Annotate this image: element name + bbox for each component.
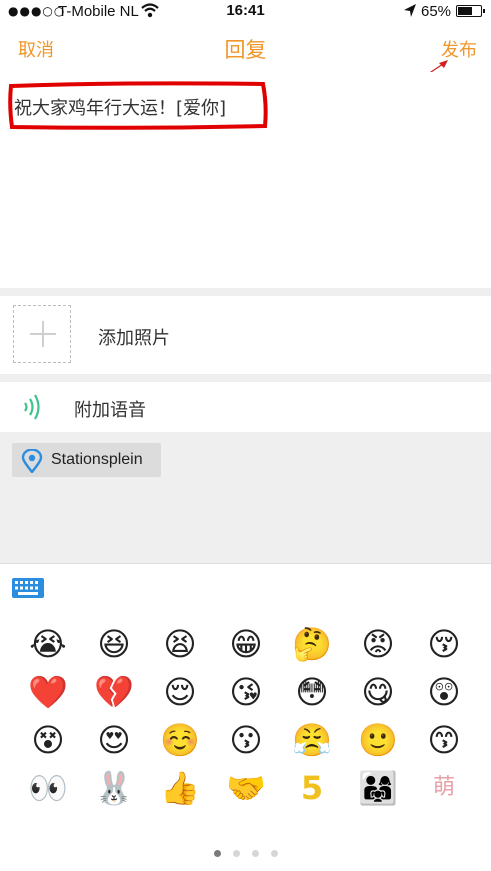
page-dot[interactable] (251, 850, 259, 857)
clock: 16:41 (226, 2, 265, 19)
emoji-cell[interactable]: 😚 (411, 620, 477, 668)
emoji-cell[interactable]: 😭 (15, 620, 81, 668)
emoji-cell[interactable]: 5 (279, 764, 345, 812)
emoji-cell[interactable]: ❤️ (15, 668, 81, 716)
emoji-cell[interactable]: 👀 (15, 764, 81, 812)
emoji-cell[interactable]: 😤 (279, 716, 345, 764)
add-voice-label: 附加语音 (74, 400, 146, 421)
annotation-highlight-box (8, 81, 268, 130)
add-photo-label: 添加照片 (98, 328, 170, 349)
emoji-cell[interactable]: 😫 (147, 620, 213, 668)
location-chip[interactable]: Stationsplein (12, 443, 161, 477)
emoji-cell[interactable]: 🤝 (213, 764, 279, 812)
emoji-cell[interactable]: 😲 (411, 668, 477, 716)
emoji-cell[interactable]: 😡 (345, 620, 411, 668)
keyboard-icon[interactable] (12, 578, 44, 602)
emoji-cell[interactable]: ☺️ (147, 716, 213, 764)
emoji-cell[interactable]: 💔 (81, 668, 147, 716)
emoji-cell[interactable]: 😳 (279, 668, 345, 716)
location-arrow-icon (403, 3, 417, 23)
emoji-cell[interactable]: 😵 (15, 716, 81, 764)
emoji-cell[interactable]: 😌 (147, 668, 213, 716)
add-voice-row[interactable]: 附加语音 (0, 382, 491, 432)
voice-wave-icon (20, 394, 42, 424)
emoji-cell[interactable]: 👍 (147, 764, 213, 812)
section-divider (0, 374, 491, 382)
status-bar: ●●●○○ T-Mobile NL 16:41 65% (0, 0, 491, 24)
emoji-cell[interactable]: 😋 (345, 668, 411, 716)
emoji-cell[interactable]: 😆 (81, 620, 147, 668)
page-indicator (0, 842, 491, 861)
location-pin-icon (21, 448, 43, 477)
emoji-grid: 😭 😆 😫 😁 🤔 😡 😚 ❤️ 💔 😌 😘 😳 😋 😲 😵 😍 ☺️ 😗 😤 🙂 😙 👀 🐰 👍 🤝 5 👨‍👩‍👧 萌 (15, 620, 477, 812)
emoji-cell[interactable]: 😙 (411, 716, 477, 764)
emoji-cell[interactable]: 😍 (81, 716, 147, 764)
emoji-cell[interactable]: 萌 (411, 764, 477, 812)
emoji-cell[interactable]: 🐰 (81, 764, 147, 812)
emoji-cell[interactable]: 😘 (213, 668, 279, 716)
location-area: Stationsplein (0, 432, 491, 563)
location-label: Stationsplein (51, 451, 143, 468)
emoji-row: 😵 😍 ☺️ 😗 😤 🙂 😙 (15, 716, 477, 764)
emoji-row: 👀 🐰 👍 🤝 5 👨‍👩‍👧 萌 (15, 764, 477, 812)
page-dot[interactable] (213, 850, 221, 857)
emoji-row: ❤️ 💔 😌 😘 😳 😋 😲 (15, 668, 477, 716)
section-divider (0, 288, 491, 296)
page-dot[interactable] (232, 850, 240, 857)
emoji-cell[interactable]: 😗 (213, 716, 279, 764)
emoji-row: 😭 😆 😫 😁 🤔 😡 😚 (15, 620, 477, 668)
emoji-cell[interactable]: 🙂 (345, 716, 411, 764)
emoji-cell[interactable]: 🤔 (279, 620, 345, 668)
emoji-cell[interactable]: 😁 (213, 620, 279, 668)
add-photo-button[interactable] (13, 305, 71, 363)
emoji-cell[interactable]: 👨‍👩‍👧 (345, 764, 411, 812)
battery-icon (456, 5, 485, 17)
emoji-panel: 😭 😆 😫 😁 🤔 😡 😚 ❤️ 💔 😌 😘 😳 😋 😲 😵 😍 ☺️ 😗 😤 🙂 😙 👀 🐰 👍 🤝 5 👨‍👩‍👧 萌 (0, 563, 491, 871)
add-photo-row[interactable]: 添加照片 (0, 296, 491, 374)
page-dot[interactable] (270, 850, 278, 857)
battery-percent: 65% (421, 3, 452, 20)
